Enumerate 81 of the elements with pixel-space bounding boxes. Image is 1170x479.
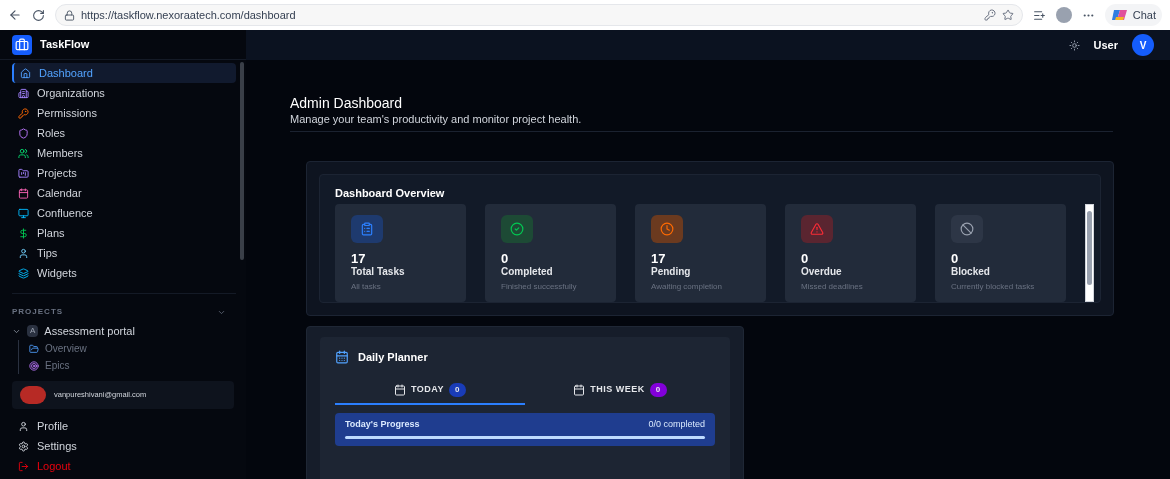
layers-icon [18, 267, 29, 279]
logout-icon [18, 460, 29, 472]
planner-tab[interactable]: TODAY 0 [335, 376, 525, 405]
nav-item[interactable]: Tips [12, 243, 236, 263]
nav-item[interactable]: Widgets [12, 263, 236, 283]
calendar-icon [573, 383, 586, 396]
folder-icon [18, 167, 29, 179]
nav-item[interactable]: Permissions [12, 103, 236, 123]
users-icon [18, 147, 29, 159]
nav-item[interactable]: Plans [12, 223, 236, 243]
section-heading: PROJECTS [12, 306, 64, 318]
stat-value: 0 [801, 252, 810, 266]
back-icon[interactable] [8, 8, 22, 22]
nav-item[interactable]: Organizations [12, 83, 236, 103]
favorites-icon[interactable] [1032, 8, 1046, 22]
nav-item[interactable]: Calendar [12, 183, 236, 203]
stat-label: Completed [501, 266, 554, 278]
stat-label: Blocked [951, 266, 991, 278]
calendar-icon [18, 187, 29, 199]
clock-icon [651, 215, 683, 243]
progress-label: Today's Progress [345, 417, 420, 431]
stat-caption: All tasks [351, 281, 382, 293]
nav-item[interactable]: Confluence [12, 203, 236, 223]
progress-reading: 0/0 completed [648, 417, 705, 431]
calendar-icon [394, 383, 406, 396]
key-icon [18, 107, 29, 119]
user-name[interactable]: User [1093, 36, 1118, 54]
nav-item[interactable]: Dashboard [12, 63, 236, 83]
overview-title: Dashboard Overview [335, 185, 446, 201]
page-subtitle: Manage your team's productivity and monitor project health. [290, 112, 583, 127]
brand-name: TaskFlow [40, 37, 90, 53]
chat-button[interactable]: Chat [1104, 4, 1162, 26]
stat-label: Pending [651, 266, 692, 278]
nav-item[interactable]: Settings [12, 436, 234, 456]
key-icon[interactable] [983, 9, 996, 21]
person-icon [18, 247, 29, 259]
stat-value: 0 [501, 252, 510, 266]
nav-item[interactable]: Logout [12, 456, 234, 476]
account-avatar [20, 386, 46, 404]
copilot-logo [1110, 8, 1129, 22]
planner-title: Daily Planner [358, 350, 428, 365]
shield-icon [18, 127, 29, 139]
blocked-icon [951, 215, 983, 243]
project-subitem[interactable]: Epics [29, 357, 236, 374]
stat-caption: Missed deadlines [801, 281, 864, 293]
home-icon [20, 67, 31, 79]
project-item[interactable]: A Assessment portal [12, 322, 236, 340]
nav-item[interactable]: Profile [12, 416, 234, 436]
planner-tab[interactable]: THIS WEEK 0 [525, 376, 715, 405]
calendar-icon [335, 350, 349, 365]
stat-caption: Awaiting completion [651, 281, 723, 293]
folder-icon [29, 343, 39, 354]
user-avatar[interactable]: V [1132, 34, 1154, 56]
clipboard-icon [351, 215, 383, 243]
project-subitem[interactable]: Overview [29, 340, 236, 357]
stat-label: Total Tasks [351, 266, 406, 278]
count-badge: 0 [649, 382, 667, 397]
stat-value: 17 [651, 252, 667, 266]
stat-label: Overdue [801, 266, 843, 278]
count-badge: 0 [449, 382, 466, 397]
nav-item[interactable]: Members [12, 143, 236, 163]
stat-value: 17 [351, 252, 367, 266]
briefcase-logo [12, 34, 32, 55]
address-bar[interactable]: https://taskflow.nexoraatech.com/dashboard [55, 4, 1023, 26]
warning-icon [801, 215, 833, 243]
settings-icon [18, 440, 29, 452]
building-icon [18, 87, 29, 99]
target-icon [29, 360, 39, 371]
theme-icon[interactable] [1068, 39, 1080, 51]
monitor-icon [18, 207, 29, 219]
reload-icon[interactable] [32, 8, 45, 22]
url-text: https://taskflow.nexoraatech.com/dashboard [81, 7, 297, 23]
profile-avatar[interactable] [1055, 7, 1072, 23]
nav-item[interactable]: Projects [12, 163, 236, 183]
lock-icon [64, 9, 75, 21]
star-icon[interactable] [1001, 9, 1014, 21]
dollar-icon [18, 227, 29, 239]
person-icon [18, 420, 29, 432]
stat-value: 0 [951, 252, 960, 266]
page-title: Admin Dashboard [290, 95, 404, 111]
nav-item[interactable]: Roles [12, 123, 236, 143]
